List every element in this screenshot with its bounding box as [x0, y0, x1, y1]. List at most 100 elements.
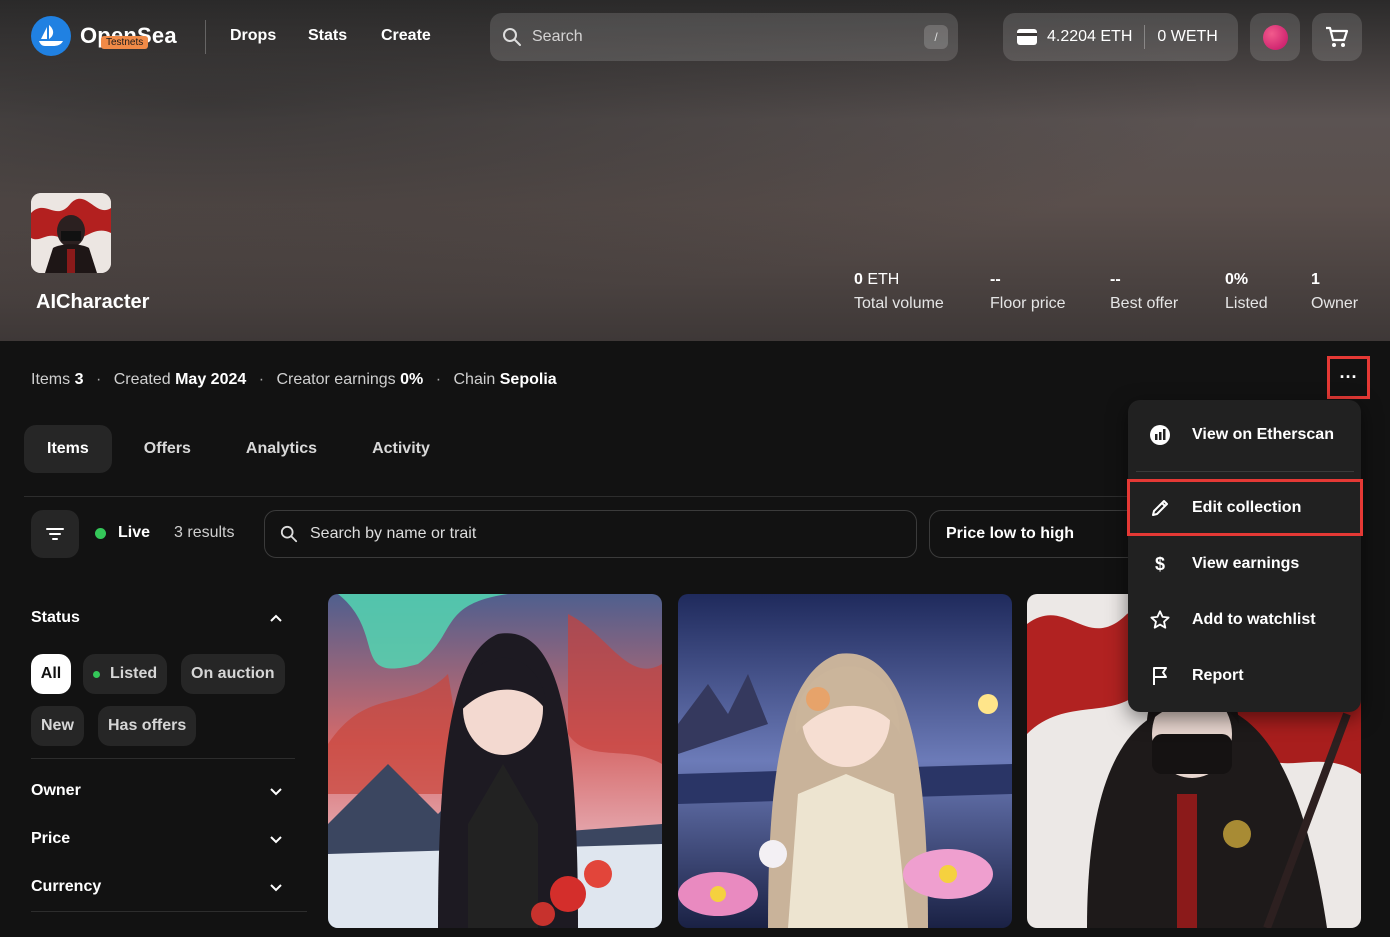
- stat-value: --: [990, 271, 1001, 288]
- menu-item-label: View earnings: [1192, 555, 1300, 572]
- live-dot: [93, 670, 100, 678]
- stat-value: 1: [1311, 271, 1320, 288]
- sort-dropdown[interactable]: Price low to high: [929, 510, 1139, 558]
- more-options-button[interactable]: ···: [1327, 356, 1370, 399]
- stat-label: Total volume: [854, 295, 944, 312]
- collection-meta: Items 3 · Created May 2024 · Creator ear…: [31, 371, 557, 388]
- stat-total-volume: 0 ETH Total volume: [854, 271, 944, 313]
- tab-offers[interactable]: Offers: [121, 425, 214, 473]
- results-count: 3 results: [174, 524, 235, 541]
- top-nav: OpenSea Testnets Drops Stats Create Sear…: [0, 0, 1390, 76]
- stat-label: Listed: [1225, 295, 1268, 312]
- menu-item-add-to-watchlist[interactable]: Add to watchlist: [1128, 592, 1361, 648]
- chip-label: All: [40, 665, 62, 682]
- cart-button[interactable]: [1312, 13, 1362, 61]
- wallet-balance-button[interactable]: 4.2204 ETH 0 WETH: [1003, 13, 1238, 61]
- stat-floor-price: -- Floor price: [990, 271, 1066, 313]
- nav-link-stats[interactable]: Stats: [308, 27, 347, 45]
- search-icon: [280, 525, 298, 543]
- meta-earnings-value: 0%: [400, 371, 424, 388]
- etherscan-icon: [1150, 425, 1170, 445]
- opensea-logo-icon: [31, 16, 71, 56]
- chevron-down-icon: [270, 787, 282, 795]
- tab-analytics[interactable]: Analytics: [223, 425, 340, 473]
- filter-icon: [46, 528, 64, 540]
- shortcut-key: /: [924, 25, 948, 49]
- owner-filter-header[interactable]: Owner: [31, 782, 283, 800]
- chevron-down-icon: [270, 835, 282, 843]
- menu-item-report[interactable]: Report: [1128, 648, 1361, 704]
- menu-item-label: Add to watchlist: [1192, 611, 1316, 628]
- filter-toggle-button[interactable]: [31, 510, 79, 558]
- chip-label: New: [41, 717, 74, 734]
- nft-card-1[interactable]: [328, 594, 662, 928]
- live-label: Live: [118, 524, 151, 541]
- nav-link-create[interactable]: Create: [381, 27, 431, 45]
- menu-item-view-earnings[interactable]: $ View earnings: [1128, 536, 1361, 592]
- chip-label: Has offers: [108, 717, 187, 734]
- stat-unit: ETH: [862, 271, 900, 288]
- live-dot: [95, 527, 106, 539]
- wallet-icon: [1017, 29, 1037, 45]
- sidebar-divider: [31, 758, 295, 759]
- chip-label: Listed: [110, 665, 158, 682]
- status-label: Status: [31, 609, 80, 626]
- stat-value: --: [1110, 271, 1121, 288]
- search-placeholder: Search: [532, 28, 583, 45]
- meta-earnings-label: Creator earnings: [276, 371, 396, 388]
- nav-link-drops[interactable]: Drops: [230, 27, 276, 45]
- owner-label: Owner: [31, 782, 81, 799]
- status-chip-listed[interactable]: Listed: [83, 654, 168, 694]
- price-filter-header[interactable]: Price: [31, 830, 283, 848]
- menu-divider: [1136, 471, 1354, 472]
- stat-owner: 1 Owner: [1311, 271, 1358, 313]
- cart-icon: [1326, 26, 1349, 47]
- star-icon: [1150, 610, 1170, 629]
- menu-item-view-on-etherscan[interactable]: View on Etherscan: [1128, 407, 1361, 463]
- meta-chain-label: Chain: [453, 371, 496, 388]
- stat-label: Best offer: [1110, 295, 1179, 312]
- nav-divider: [205, 20, 206, 54]
- collection-tabs: Items Offers Analytics Activity: [24, 425, 462, 473]
- status-chip-all[interactable]: All: [31, 654, 71, 694]
- menu-item-label: View on Etherscan: [1192, 426, 1334, 443]
- collection-avatar: [31, 193, 111, 273]
- nft-card-2[interactable]: [678, 594, 1012, 928]
- stat-best-offer: -- Best offer: [1110, 271, 1178, 313]
- profile-button[interactable]: [1250, 13, 1300, 61]
- edit-collection-highlight: [1127, 479, 1363, 536]
- stat-label: Owner: [1311, 295, 1359, 312]
- meta-created-label: Created: [113, 371, 171, 388]
- stat-listed: 0% Listed: [1225, 271, 1268, 313]
- meta-chain-value: Sepolia: [499, 371, 557, 388]
- chevron-up-icon: [270, 614, 282, 622]
- nft-image: [678, 594, 1012, 928]
- stat-label: Floor price: [990, 295, 1066, 312]
- chip-label: On auction: [191, 665, 275, 682]
- tab-activity[interactable]: Activity: [349, 425, 453, 473]
- dollar-icon: $: [1154, 553, 1165, 574]
- avatar: [1262, 24, 1288, 50]
- status-chip-new[interactable]: New: [31, 706, 84, 746]
- tab-items[interactable]: Items: [24, 425, 112, 473]
- live-indicator: Live 3 results: [95, 524, 234, 542]
- status-chip-has-offers[interactable]: Has offers: [98, 706, 197, 746]
- currency-label: Currency: [31, 878, 102, 895]
- meta-items-label: Items: [31, 371, 71, 388]
- more-options-menu: View on Etherscan Edit collection $ View…: [1128, 400, 1361, 712]
- status-filter-header[interactable]: Status: [31, 609, 283, 627]
- collection-name: AICharacter: [36, 291, 150, 313]
- trait-search-input[interactable]: Search by name or trait: [264, 510, 917, 558]
- status-chip-on-auction[interactable]: On auction: [181, 654, 285, 694]
- testnets-badge: Testnets: [101, 36, 149, 49]
- global-search-input[interactable]: Search /: [490, 13, 958, 61]
- flag-icon: [1153, 667, 1167, 685]
- tabs-divider: [24, 496, 1134, 497]
- price-label: Price: [31, 830, 71, 847]
- wallet-divider: [1144, 25, 1146, 49]
- currency-filter-header[interactable]: Currency: [31, 878, 283, 896]
- menu-item-label: Report: [1192, 667, 1244, 684]
- nft-image: [328, 594, 662, 928]
- meta-items-value: 3: [74, 371, 84, 388]
- stat-value: 0%: [1225, 271, 1249, 288]
